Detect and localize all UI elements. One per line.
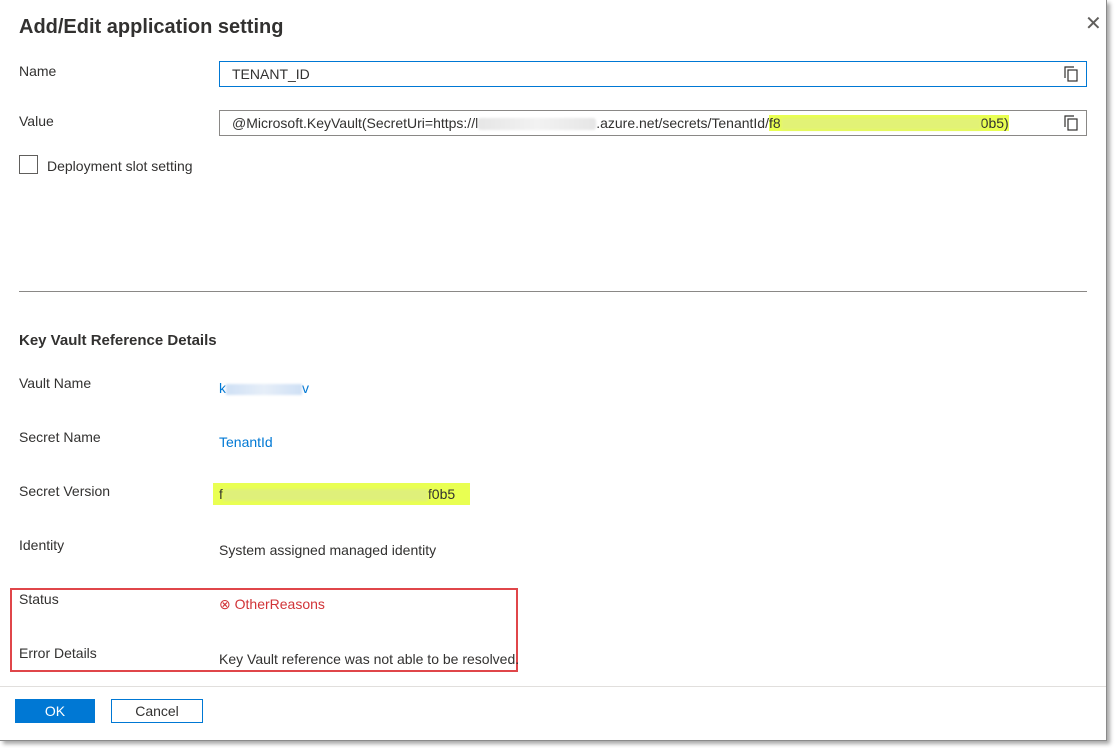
vault-name-end: v	[302, 380, 309, 396]
value-mid: .azure.net/secrets/TenantId/	[596, 115, 769, 131]
vault-name-label: Vault Name	[19, 375, 92, 391]
secret-name-label: Secret Name	[19, 429, 101, 445]
redacted-vault-host	[478, 118, 597, 131]
redacted-secret-version	[222, 489, 428, 502]
deployment-slot-checkbox[interactable]	[19, 155, 38, 174]
status-label: Status	[19, 591, 59, 607]
ok-button[interactable]: OK	[15, 699, 95, 723]
copy-icon[interactable]	[1064, 66, 1078, 82]
value-highlight-start: f8	[768, 115, 781, 131]
secret-version-end: f0b5	[427, 486, 456, 502]
error-details-label: Error Details	[19, 645, 97, 661]
value-label: Value	[19, 113, 54, 129]
dialog-title: Add/Edit application setting	[19, 16, 284, 38]
value-highlight-end: 0b5)	[980, 115, 1009, 131]
name-input[interactable]: TENANT_ID	[219, 61, 1087, 87]
redacted-vault-name	[226, 383, 302, 395]
value-prefix: @Microsoft.KeyVault(SecretUri=https://	[232, 115, 476, 131]
deployment-slot-label[interactable]: Deployment slot setting	[47, 158, 193, 174]
vault-name-start: k	[219, 380, 226, 396]
name-label: Name	[19, 63, 57, 79]
kv-section-title: Key Vault Reference Details	[19, 332, 217, 349]
identity-value: System assigned managed identity	[219, 542, 437, 558]
footer-divider	[0, 686, 1106, 687]
error-details-value: Key Vault reference was not able to be r…	[219, 651, 520, 667]
dialog-panel: Add/Edit application setting ✕ Name TENA…	[0, 0, 1107, 741]
secret-version-value[interactable]: f f0b5	[213, 483, 470, 505]
secret-version-label: Secret Version	[19, 483, 111, 499]
redacted-secret-id	[780, 118, 981, 131]
cancel-button[interactable]: Cancel	[111, 699, 203, 723]
status-text: OtherReasons	[234, 596, 325, 612]
status-value: ⊗ OtherReasons	[219, 596, 325, 613]
secret-name-link[interactable]: TenantId	[219, 434, 273, 450]
name-input-value: TENANT_ID	[232, 66, 310, 82]
vault-name-link[interactable]: kv	[219, 380, 309, 396]
error-icon: ⊗	[219, 596, 231, 612]
section-divider	[19, 291, 1087, 292]
value-input[interactable]: @Microsoft.KeyVault(SecretUri=https://l.…	[219, 110, 1087, 136]
copy-icon[interactable]	[1064, 115, 1078, 131]
identity-label: Identity	[19, 537, 65, 553]
close-icon[interactable]: ✕	[1085, 14, 1102, 34]
